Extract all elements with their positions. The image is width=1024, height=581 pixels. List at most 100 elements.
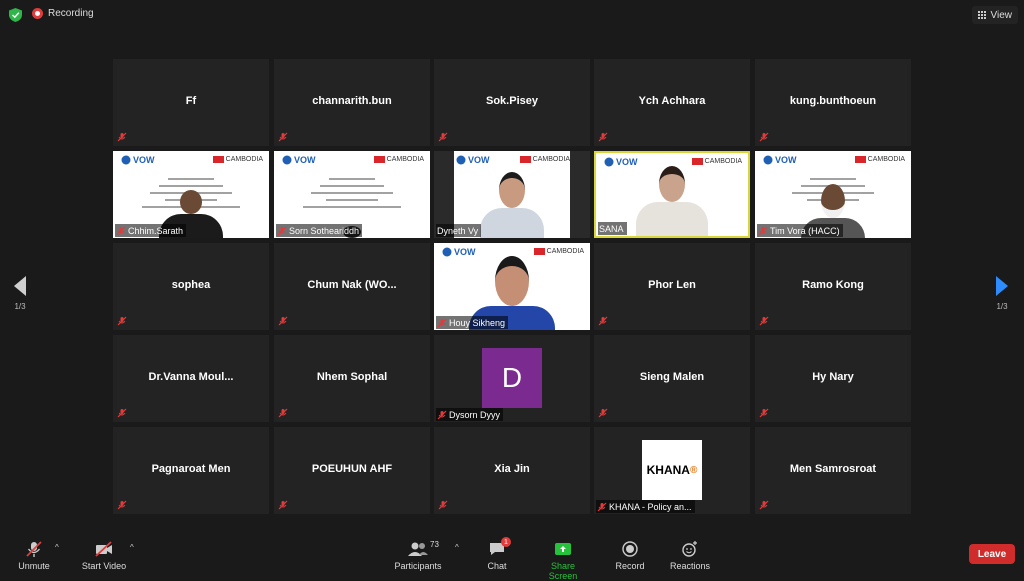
participant-tile[interactable]: Ych Achhara <box>594 59 750 146</box>
vow-star-icon <box>442 247 452 257</box>
record-icon <box>622 541 638 557</box>
view-label: View <box>990 9 1013 21</box>
start-video-button[interactable]: Start Video <box>80 540 128 571</box>
participant-tile[interactable]: KHANA ® KHANA - Policy an... <box>594 427 750 514</box>
leave-button[interactable]: Leave <box>969 544 1015 564</box>
participant-video <box>480 172 544 238</box>
recording-icon <box>32 8 43 19</box>
slide-text <box>294 173 410 213</box>
vow-logo: VOW <box>121 155 155 165</box>
record-button[interactable]: Record <box>613 540 647 571</box>
muted-mic-icon <box>759 132 769 142</box>
vow-logo: VOW <box>763 155 797 165</box>
video-off-icon <box>95 541 112 557</box>
participant-tile[interactable]: Pagnaroat Men <box>113 427 269 514</box>
participant-tile[interactable]: Xia Jin <box>434 427 590 514</box>
participant-label: Chhim.Sarath <box>115 224 187 237</box>
participant-video-tile[interactable]: VOW CAMBODIA Dyneth Vy <box>434 151 590 238</box>
participant-name: Phor Len <box>648 279 696 291</box>
arrow-right-icon <box>996 276 1008 296</box>
participant-tile[interactable]: Hy Nary <box>755 335 911 422</box>
participant-name: Hy Nary <box>812 371 854 383</box>
participants-options-caret[interactable]: ^ <box>455 543 459 552</box>
participant-video-tile-active-speaker[interactable]: VOW CAMBODIA SANA <box>594 151 750 238</box>
participant-label: Sorn Sotheariddh <box>276 224 363 237</box>
participant-video-tile[interactable]: VOW CAMBODIA Tim Vora (HACC) <box>755 151 911 238</box>
muted-microphone-icon <box>26 541 42 557</box>
cambodia-logo: CAMBODIA <box>691 158 742 165</box>
participant-label: SANA <box>598 222 627 235</box>
vow-star-icon <box>121 155 131 165</box>
vow-star-icon <box>763 155 773 165</box>
participant-tile[interactable]: Phor Len <box>594 243 750 330</box>
participants-icon <box>408 542 428 556</box>
video-options-caret[interactable]: ^ <box>130 543 134 552</box>
vow-star-icon <box>456 155 466 165</box>
next-page-button[interactable]: 1/3 <box>991 276 1013 311</box>
participant-tile[interactable]: POEUHUN AHF <box>274 427 430 514</box>
participant-label: Houy Sikheng <box>436 316 509 329</box>
page-indicator-left: 1/3 <box>14 302 26 311</box>
arrow-left-icon <box>14 276 26 296</box>
participant-tile[interactable]: Sieng Malen <box>594 335 750 422</box>
vow-star-icon <box>282 155 292 165</box>
view-button[interactable]: View <box>971 6 1018 24</box>
participant-name: Ych Achhara <box>638 95 706 107</box>
participant-name: Sok.Pisey <box>486 95 538 107</box>
muted-mic-icon <box>117 408 127 418</box>
cambodia-logo: CAMBODIA <box>212 156 263 163</box>
participant-name: Nhem Sophal <box>316 371 388 383</box>
muted-mic-icon <box>437 318 447 327</box>
participant-name: kung.bunthoeun <box>789 95 877 107</box>
participant-name: Ff <box>185 95 197 107</box>
muted-mic-icon <box>437 410 447 419</box>
page-indicator-right: 1/3 <box>996 302 1008 311</box>
muted-mic-icon <box>117 316 127 326</box>
unmute-button[interactable]: Unmute <box>16 540 52 571</box>
participant-tile[interactable]: D Dysorn Dyyy <box>434 335 590 422</box>
participant-name: Pagnaroat Men <box>151 463 231 475</box>
recording-label: Recording <box>48 8 94 19</box>
muted-mic-icon <box>758 226 768 235</box>
participant-tile[interactable]: Ramo Kong <box>755 243 911 330</box>
audio-options-caret[interactable]: ^ <box>55 543 59 552</box>
cambodia-logo: CAMBODIA <box>533 248 584 255</box>
muted-mic-icon <box>438 132 448 142</box>
participant-video-tile[interactable]: VOW CAMBODIA Houy Sikheng <box>434 243 590 330</box>
recording-indicator[interactable]: Recording <box>32 8 94 19</box>
participant-name: POEUHUN AHF <box>311 463 393 475</box>
reactions-button[interactable]: Reactions <box>668 540 712 571</box>
muted-mic-icon <box>278 316 288 326</box>
participant-tile[interactable]: Men Samrosroat <box>755 427 911 514</box>
participant-tile[interactable]: sophea <box>113 243 269 330</box>
vow-star-icon <box>604 157 614 167</box>
participant-video-tile[interactable]: VOW CAMBODIA Chhim.Sarath <box>113 151 269 238</box>
grid-view-icon <box>978 11 987 20</box>
participant-video-tile[interactable]: VOW CAMBODIA Sorn Sotheariddh <box>274 151 430 238</box>
reactions-icon <box>682 541 697 557</box>
participant-tile[interactable]: Ff <box>113 59 269 146</box>
participant-label: Tim Vora (HACC) <box>757 224 843 237</box>
participant-name: Dr.Vanna Moul... <box>148 371 234 383</box>
security-shield-icon[interactable] <box>9 8 22 22</box>
muted-mic-icon <box>117 132 127 142</box>
participant-tile[interactable]: Nhem Sophal <box>274 335 430 422</box>
muted-mic-icon <box>278 408 288 418</box>
participant-tile[interactable]: Sok.Pisey <box>434 59 590 146</box>
vow-logo: VOW <box>282 155 316 165</box>
previous-page-button[interactable]: 1/3 <box>9 276 31 311</box>
muted-mic-icon <box>759 316 769 326</box>
muted-mic-icon <box>598 316 608 326</box>
participant-name: Sieng Malen <box>639 371 705 383</box>
participant-name: Chum Nak (WO... <box>307 279 397 291</box>
participant-tile[interactable]: kung.bunthoeun <box>755 59 911 146</box>
participant-tile[interactable]: Chum Nak (WO... <box>274 243 430 330</box>
participant-count: 73 <box>430 540 439 549</box>
participant-video <box>636 166 708 236</box>
participant-label: KHANA - Policy an... <box>596 500 695 513</box>
participant-tile[interactable]: channarith.bun <box>274 59 430 146</box>
cambodia-logo: CAMBODIA <box>373 156 424 163</box>
participant-name: Xia Jin <box>494 463 530 475</box>
cambodia-logo: CAMBODIA <box>519 156 570 163</box>
participant-tile[interactable]: Dr.Vanna Moul... <box>113 335 269 422</box>
